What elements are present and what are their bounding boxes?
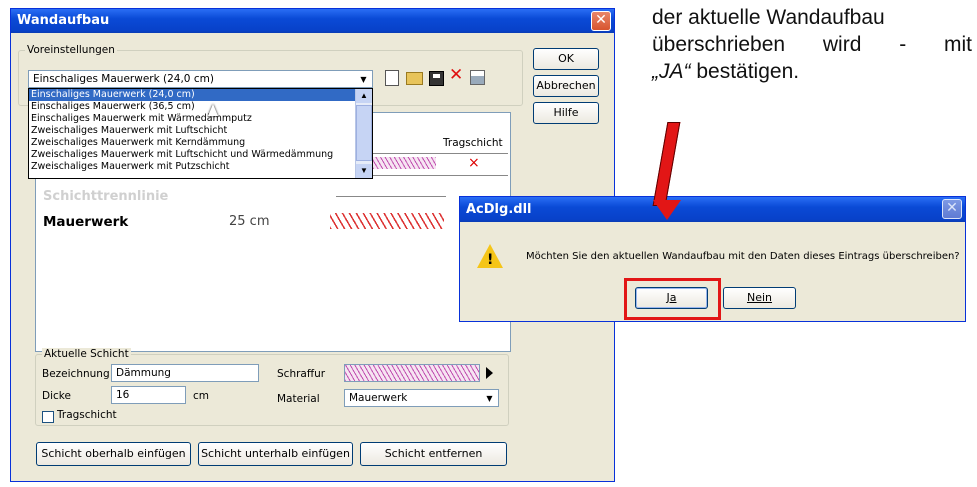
label-material: Material — [277, 393, 320, 405]
confirm-title: AcDlg.dll — [466, 202, 532, 217]
insert-below-button[interactable]: Schicht unterhalb einfügen — [198, 442, 353, 466]
column-header-tragschicht: Tragschicht — [443, 137, 503, 149]
caption-line-3: „JA“ bestätigen. — [652, 58, 972, 85]
properties-icon[interactable] — [470, 70, 485, 85]
preset-option[interactable]: Zweischaliges Mauerwerk mit Putzschicht — [29, 161, 356, 173]
red-arrow-head-icon — [653, 200, 681, 220]
confirm-titlebar[interactable]: AcDlg.dll ✕ — [460, 197, 965, 222]
preset-option[interactable]: Zweischaliges Mauerwerk mit Kerndämmung — [29, 137, 356, 149]
no-button[interactable]: Nein — [723, 287, 796, 309]
scroll-up-icon[interactable]: ▲ — [356, 89, 372, 103]
confirm-message: Möchten Sie den aktuellen Wandaufbau mit… — [526, 251, 960, 262]
preset-option[interactable]: Einschaliges Mauerwerk mit Wärmedämmputz — [29, 113, 356, 125]
close-icon: ✕ — [946, 200, 958, 216]
cancel-button[interactable]: Abbrechen — [533, 75, 599, 97]
label-hatch: Schraffur — [277, 368, 326, 380]
material-dropdown[interactable]: Mauerwerk ▼ — [344, 389, 499, 407]
wandaufbau-titlebar[interactable]: Wandaufbau ✕ — [11, 9, 614, 33]
new-file-icon[interactable] — [385, 70, 399, 86]
thickness-input[interactable]: 16 — [111, 386, 186, 404]
close-button[interactable]: ✕ — [942, 199, 962, 219]
caption-line-3-rest: bestätigen. — [690, 60, 800, 83]
layer-hatch-masonry — [330, 213, 444, 229]
label-thickness: Dicke — [42, 390, 71, 402]
preset-dropdown-list[interactable]: Einschaliges Mauerwerk (24,0 cm) Einscha… — [28, 88, 373, 179]
hatch-selector[interactable] — [344, 364, 480, 382]
unit-cm: cm — [193, 390, 210, 402]
preset-option[interactable]: Zweischaliges Mauerwerk mit Luftschicht … — [29, 149, 356, 161]
preset-dropdown[interactable]: Einschaliges Mauerwerk (24,0 cm) ▼ — [28, 70, 373, 88]
caption-line-1: der aktuelle Wandaufbau — [652, 6, 885, 29]
chevron-down-icon[interactable]: ▼ — [482, 391, 497, 405]
separator-line-label: Schichttrennlinie — [43, 189, 169, 204]
load-bearing-label: Tragschicht — [57, 409, 117, 421]
instruction-caption: der aktuelle Wandaufbau überschrieben wi… — [652, 0, 972, 85]
layer-name-mauerwerk[interactable]: Mauerwerk — [43, 214, 128, 230]
warning-glyph: ! — [487, 252, 494, 268]
separator-line — [336, 196, 446, 197]
dialog-title: Wandaufbau — [17, 13, 110, 28]
tragschicht-x-mark: × — [468, 155, 480, 171]
chevron-down-icon[interactable]: ▼ — [356, 72, 371, 86]
yes-button-highlight — [624, 278, 721, 320]
dropdown-scrollbar[interactable]: ▲ ▼ — [355, 89, 372, 178]
preset-option[interactable]: Einschaliges Mauerwerk (24,0 cm) — [29, 89, 356, 101]
ok-button[interactable]: OK — [533, 48, 599, 70]
red-arrow-shaft — [652, 122, 681, 206]
name-input[interactable]: Dämmung — [111, 364, 259, 382]
insert-above-button[interactable]: Schicht oberhalb einfügen — [36, 442, 191, 466]
delete-x-icon[interactable]: ✕ — [449, 66, 463, 83]
layer-thickness-value: 25 cm — [229, 214, 270, 229]
remove-layer-button[interactable]: Schicht entfernen — [360, 442, 507, 466]
mouse-cursor-icon — [208, 104, 218, 116]
save-disk-icon[interactable] — [429, 71, 444, 86]
scroll-down-icon[interactable]: ▼ — [356, 164, 372, 178]
open-folder-icon[interactable] — [406, 72, 423, 85]
presets-group-title: Voreinstellungen — [25, 44, 117, 56]
close-button[interactable]: ✕ — [591, 11, 611, 31]
play-right-icon[interactable] — [486, 367, 493, 379]
current-layer-group-title: Aktuelle Schicht — [42, 348, 131, 360]
preset-option[interactable]: Einschaliges Mauerwerk (36,5 cm) — [29, 101, 356, 113]
caption-line-2: überschrieben wird - mit — [652, 33, 972, 56]
help-button[interactable]: Hilfe — [533, 102, 599, 124]
scroll-thumb[interactable] — [356, 105, 372, 161]
caption-ja-quote: „JA“ — [652, 60, 691, 83]
load-bearing-checkbox[interactable] — [42, 411, 54, 423]
close-icon: ✕ — [595, 12, 607, 28]
preset-option[interactable]: Zweischaliges Mauerwerk mit Luftschicht — [29, 125, 356, 137]
label-name: Bezeichnung — [42, 368, 110, 380]
